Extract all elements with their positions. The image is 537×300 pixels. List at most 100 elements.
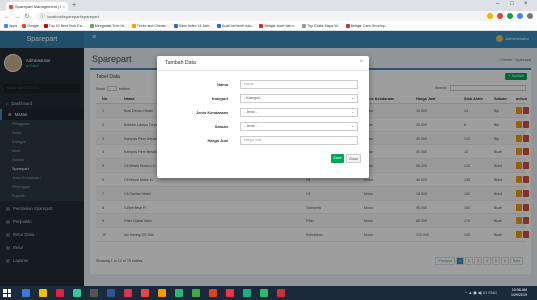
add-data-modal: Tambah Data × Nama Nama Kategori - Kategori… xyxy=(157,56,369,178)
bookmark-label: Top 10 Best Tech Ea... xyxy=(48,24,85,28)
select-value: - Jenis - xyxy=(244,110,257,114)
chevron-down-icon: ⌄ xyxy=(350,96,354,100)
menu-icon[interactable] xyxy=(527,13,533,19)
chevron-down-icon: ⌄ xyxy=(350,124,354,128)
taskbar-app-icon[interactable] xyxy=(260,289,268,297)
site-info-icon[interactable]: ⓘ xyxy=(40,13,45,20)
modal-header: Tambah Data × xyxy=(157,56,369,71)
field-label: Nama xyxy=(217,82,228,87)
select-field[interactable]: - Jenis - ⌄ xyxy=(240,108,358,117)
browser-tab[interactable]: Sparepart Management | Dashb... × xyxy=(6,2,68,11)
bookmark-icon xyxy=(345,24,350,28)
bookmark-item[interactable]: Top 10 Best Tech Ea... xyxy=(43,24,85,28)
bookmark-item[interactable]: Apps xyxy=(4,24,17,28)
bookmark-icon xyxy=(302,24,307,28)
new-tab-button[interactable]: + xyxy=(72,2,76,10)
taskbar-apps xyxy=(22,289,285,297)
extension-icon[interactable] xyxy=(497,13,503,19)
bookmark-item[interactable]: Belajar kode dan c... xyxy=(259,24,297,28)
minimize-button[interactable]: – xyxy=(496,1,499,7)
bookmark-item[interactable]: Google xyxy=(22,24,39,28)
form-row: Jenis Kendaraan - Jenis - ⌄ xyxy=(157,108,369,118)
clock-date: 1/29/2019 xyxy=(511,293,527,297)
url-text: localhost/sparepart/sparepart xyxy=(47,14,99,19)
taskbar-app-icon[interactable] xyxy=(243,289,251,297)
bookmark-label: Belajar kode dan c... xyxy=(264,24,298,28)
select-value: - Kategori - xyxy=(244,96,262,100)
bookmark-label: Mengatasi Tree Hi... xyxy=(94,24,127,28)
bookmark-label: Top Gratis Maps W... xyxy=(307,24,341,28)
bookmark-icon xyxy=(43,24,48,28)
taskbar-app-icon[interactable] xyxy=(107,289,115,297)
forward-icon[interactable]: → xyxy=(14,14,20,20)
form-row: Nama Nama xyxy=(157,80,369,90)
bookmark-label: Situs Index 14 Jam... xyxy=(178,24,213,28)
bookmark-icon xyxy=(89,24,94,28)
os-taskbar: ^ ▲ ◼ ◀) ID ENG 10:08 AM 1/29/2019 xyxy=(0,286,537,300)
bookmark-item[interactable]: Situs Index 14 Jam... xyxy=(173,24,213,28)
form-row: Satuan - Jenis - ⌄ xyxy=(157,122,369,132)
chevron-down-icon: ⌄ xyxy=(350,110,354,114)
bookmark-label: Google xyxy=(27,24,39,28)
bookmark-item[interactable]: Belajar Cara Develop... xyxy=(345,24,388,28)
tab-close-icon[interactable]: × xyxy=(63,4,65,9)
close-window-button[interactable]: × xyxy=(524,1,528,7)
taskbar-app-icon[interactable] xyxy=(226,289,234,297)
taskbar-app-icon[interactable] xyxy=(56,289,64,297)
system-tray[interactable]: ^ ▲ ◼ ◀) ID ENG xyxy=(465,290,497,295)
bookmark-icon xyxy=(131,24,136,28)
taskbar-app-icon[interactable] xyxy=(209,289,217,297)
close-button[interactable]: Close xyxy=(346,154,361,163)
star-icon[interactable] xyxy=(487,13,493,19)
browser-tab-bar: Sparepart Management | Dashb... × + – □ … xyxy=(0,0,537,11)
save-button[interactable]: Save xyxy=(331,154,344,163)
favicon-icon xyxy=(9,4,13,9)
bookmark-label: Belajar Cara Develop... xyxy=(350,24,388,28)
close-icon[interactable]: × xyxy=(359,59,363,65)
field-label: Harga Jual xyxy=(207,138,228,143)
reload-icon[interactable]: ↻ xyxy=(24,13,30,20)
taskbar-app-icon[interactable] xyxy=(124,289,132,297)
form-row: Kategori - Kategori - ⌄ xyxy=(157,94,369,104)
taskbar-app-icon[interactable] xyxy=(175,289,183,297)
field-label: Jenis Kendaraan xyxy=(195,110,228,115)
input-field[interactable]: Harga Jual xyxy=(240,136,358,145)
bookmark-label: Tricks and Cheats... xyxy=(136,24,169,28)
modal-title: Tambah Data xyxy=(165,60,196,66)
input-field[interactable]: Nama xyxy=(240,80,358,89)
bookmark-item[interactable]: Mengatasi Tree Hi... xyxy=(89,24,127,28)
address-bar[interactable]: ⓘ localhost/sparepart/sparepart xyxy=(36,12,506,21)
taskbar-app-icon[interactable] xyxy=(73,289,81,297)
tab-title: Sparepart Management | Dashb... xyxy=(15,4,61,9)
windows-start-icon[interactable] xyxy=(3,289,11,297)
taskbar-app-icon[interactable] xyxy=(39,289,47,297)
taskbar-app-icon[interactable] xyxy=(90,289,98,297)
browser-toolbar: ← → ↻ ⓘ localhost/sparepart/sparepart xyxy=(0,11,537,22)
bookmark-item[interactable]: Buat berhenti dulu... xyxy=(217,24,254,28)
bookmark-icon xyxy=(259,24,264,28)
bookmark-label: Apps xyxy=(9,24,18,28)
maximize-button[interactable]: □ xyxy=(510,1,514,7)
bookmarks-bar: Apps Google Top 10 Best Tech Ea... Mengatas… xyxy=(0,22,537,31)
taskbar-app-icon[interactable] xyxy=(22,289,30,297)
bookmark-icon xyxy=(22,24,27,28)
field-label: Satuan xyxy=(214,124,228,129)
bookmark-label: Buat berhenti dulu... xyxy=(222,24,255,28)
select-value: - Jenis - xyxy=(244,124,257,128)
back-icon[interactable]: ← xyxy=(4,14,10,20)
bookmark-item[interactable]: Top Gratis Maps W... xyxy=(302,24,341,28)
bookmark-item[interactable]: Tricks and Cheats... xyxy=(131,24,169,28)
taskbar-app-icon[interactable] xyxy=(141,289,149,297)
taskbar-app-icon[interactable] xyxy=(277,289,285,297)
clock[interactable]: 10:08 AM 1/29/2019 xyxy=(511,288,527,298)
form-row: Harga Jual Harga Jual xyxy=(157,136,369,146)
bookmark-icon xyxy=(173,24,178,28)
extension-icon[interactable] xyxy=(507,13,513,19)
select-field[interactable]: - Kategori - ⌄ xyxy=(240,94,358,103)
select-field[interactable]: - Jenis - ⌄ xyxy=(240,122,358,131)
bookmark-icon xyxy=(217,24,222,28)
bookmark-icon xyxy=(4,24,8,28)
taskbar-app-icon[interactable] xyxy=(192,289,200,297)
extension-icon[interactable] xyxy=(517,13,523,19)
taskbar-app-icon[interactable] xyxy=(158,289,166,297)
